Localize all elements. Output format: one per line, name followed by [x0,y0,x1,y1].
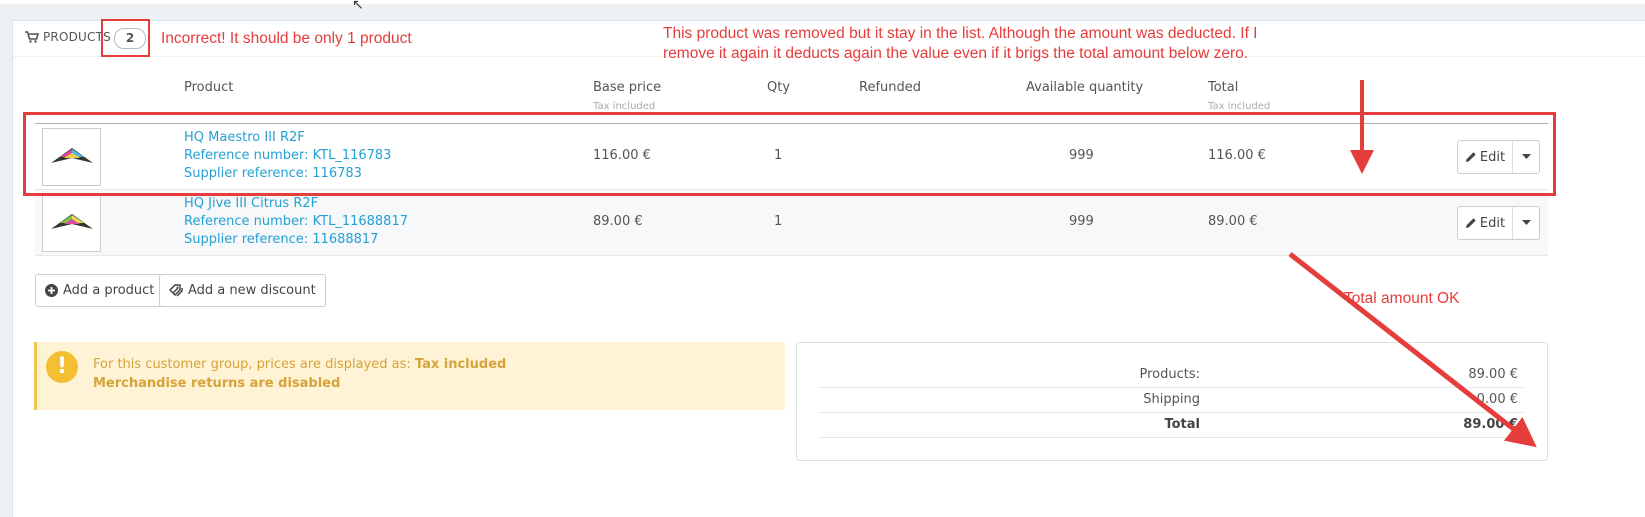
order-totals-panel: Products: 89.00 € Shipping 0.00 € Total … [796,342,1548,461]
edit-button-group: Edit [1457,206,1540,240]
totals-shipping-label: Shipping [1143,392,1200,407]
product-reference-link[interactable]: Reference number: KTL_11688817 [184,213,408,231]
column-header-available: Available quantity [1026,80,1144,95]
add-product-label: Add a product [63,283,155,298]
product-supplier-link[interactable]: Supplier reference: 11688817 [184,231,378,249]
base-price-cell: 89.00 € [593,214,643,229]
alert-returns: Merchandise returns are disabled [93,376,341,391]
totals-products-value: 89.00 € [1468,367,1518,382]
tax-info-alert: ! For this customer group, prices are di… [34,342,785,410]
kite-thumbnail[interactable] [42,194,101,252]
column-header-base-price: Base price [593,80,662,95]
edit-button[interactable]: Edit [1458,207,1513,239]
annotation-removed-note-2: remove it again it deducts again the val… [663,45,1249,62]
available-quantity-cell: 999 [1069,214,1094,229]
annotation-count-note: Incorrect! It should be only 1 product [161,30,412,47]
table-row: HQ Jive III Citrus R2F Reference number:… [35,190,1548,256]
totals-row-products: Products: 89.00 € [818,363,1524,388]
edit-dropdown-toggle[interactable] [1513,207,1539,239]
edit-button-label: Edit [1479,215,1506,231]
totals-total-label: Total [1164,417,1200,432]
alert-prefix: For this customer group, prices are disp… [93,357,415,372]
products-panel: PRODUCTS 2 Incorrect! It should be only … [12,19,1645,517]
mouse-cursor-icon: ↖ [352,0,364,13]
annotation-box-removed-row [23,112,1556,196]
column-sub-total: Tax included [1208,101,1271,112]
totals-products-label: Products: [1139,367,1200,382]
totals-total-value: 89.00 € [1463,417,1518,432]
totals-row-total: Total 89.00 € [818,413,1524,438]
column-sub-base-price: Tax included [593,101,656,112]
exclamation-icon: ! [46,351,78,383]
cart-icon [25,31,39,43]
total-cell: 89.00 € [1208,214,1258,229]
pencil-icon [1465,218,1476,228]
tags-icon [169,284,183,297]
totals-row-shipping: Shipping 0.00 € [818,388,1524,413]
qty-cell: 1 [774,214,783,229]
kite-image-icon [50,214,93,229]
chevron-down-icon [1521,220,1531,225]
add-discount-button[interactable]: Add a new discount [159,274,326,307]
annotation-removed-note-1: This product was removed but it stay in … [663,25,1258,42]
column-header-refunded: Refunded [859,80,922,95]
alert-line-prices: For this customer group, prices are disp… [93,357,506,372]
column-header-total: Total [1208,80,1239,95]
annotation-total-ok: Total amount OK [1344,290,1460,307]
totals-shipping-value: 0.00 € [1476,392,1518,407]
add-product-button[interactable]: Add a product [35,274,165,307]
add-discount-label: Add a new discount [188,283,316,298]
annotation-box-count [101,19,150,57]
column-header-product: Product [184,80,234,95]
top-strip [0,0,1645,4]
column-header-qty: Qty [767,80,791,95]
panel-title: PRODUCTS [25,30,111,44]
alert-tax-mode: Tax included [414,357,507,372]
product-name-link[interactable]: HQ Jive III Citrus R2F [184,195,318,213]
plus-circle-icon [45,284,58,297]
